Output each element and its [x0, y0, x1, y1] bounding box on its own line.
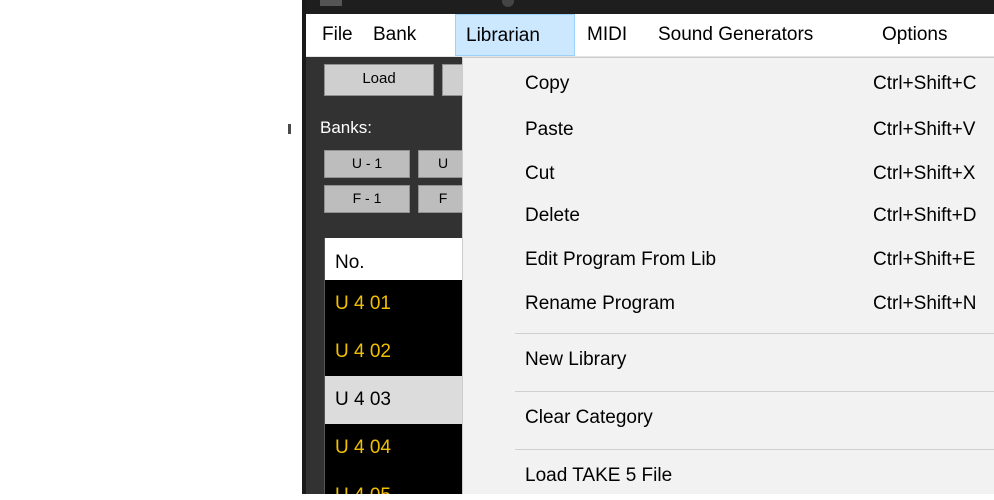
bank-button-f2[interactable]: F — [418, 185, 468, 213]
librarian-dropdown-menu: Copy Ctrl+Shift+C Paste Ctrl+Shift+V Cut… — [462, 57, 994, 494]
shortcut-label: Ctrl+Shift+X — [873, 163, 976, 184]
menu-item-edit-program-from-lib[interactable]: Edit Program From Lib Ctrl+Shift+E — [463, 236, 994, 284]
program-list: No. U 4 01 U 4 02 U 4 03 U 4 04 U 4 05 — [324, 238, 475, 494]
shortcut-label: Ctrl+Shift+E — [873, 249, 976, 270]
menu-item-delete[interactable]: Delete Ctrl+Shift+D — [463, 192, 994, 240]
menu-separator — [515, 391, 994, 392]
banks-label: Banks: — [320, 118, 372, 137]
title-bar — [306, 0, 994, 14]
menu-item-rename-program[interactable]: Rename Program Ctrl+Shift+N — [463, 280, 994, 328]
table-row[interactable]: U 4 01 — [325, 280, 475, 328]
app-logo-icon — [320, 0, 342, 6]
menu-librarian[interactable]: Librarian — [455, 14, 575, 56]
menu-item-label: Load TAKE 5 File — [525, 465, 673, 486]
menu-item-clear-category[interactable]: Clear Category — [463, 394, 994, 442]
table-row-selected[interactable]: U 4 03 — [325, 376, 475, 424]
table-row[interactable]: U 4 04 — [325, 424, 475, 472]
menu-bank[interactable]: Bank — [373, 14, 416, 56]
menu-file[interactable]: File — [322, 14, 353, 56]
menu-item-load-take5-file[interactable]: Load TAKE 5 File — [463, 452, 994, 500]
menu-sound-generators[interactable]: Sound Generators — [658, 14, 813, 56]
bank-button-u1[interactable]: U - 1 — [324, 150, 410, 178]
menu-item-label: Paste — [525, 119, 574, 140]
menu-item-label: Rename Program — [525, 293, 675, 314]
title-glyph-icon — [502, 0, 514, 7]
menu-item-cut[interactable]: Cut Ctrl+Shift+X — [463, 150, 994, 198]
menu-separator — [515, 333, 994, 334]
background-window-edge — [288, 124, 291, 134]
menu-midi[interactable]: MIDI — [587, 14, 627, 56]
menu-item-label: Cut — [525, 163, 555, 184]
table-row[interactable]: U 4 05 — [325, 472, 475, 494]
menu-item-copy[interactable]: Copy Ctrl+Shift+C — [463, 60, 994, 108]
bank-button-f1[interactable]: F - 1 — [324, 185, 410, 213]
menu-bar: File Bank Librarian MIDI Sound Generator… — [306, 14, 994, 57]
shortcut-label: Ctrl+Shift+N — [873, 293, 977, 314]
table-row[interactable]: U 4 02 — [325, 328, 475, 376]
menu-item-label: Copy — [525, 73, 570, 94]
menu-options[interactable]: Options — [882, 14, 947, 56]
menu-separator — [515, 449, 994, 450]
load-button[interactable]: Load — [324, 64, 434, 96]
shortcut-label: Ctrl+Shift+V — [873, 119, 976, 140]
shortcut-label: Ctrl+Shift+C — [873, 73, 977, 94]
shortcut-label: Ctrl+Shift+D — [873, 205, 977, 226]
menu-item-label: Edit Program From Lib — [525, 249, 717, 270]
menu-item-label: Delete — [525, 205, 580, 226]
column-header-no[interactable]: No. — [325, 238, 475, 280]
bank-button-u2[interactable]: U — [418, 150, 468, 178]
menu-item-label: New Library — [525, 349, 627, 370]
menu-item-paste[interactable]: Paste Ctrl+Shift+V — [463, 106, 994, 154]
menu-item-new-library[interactable]: New Library — [463, 336, 994, 384]
menu-item-label: Clear Category — [525, 407, 653, 428]
